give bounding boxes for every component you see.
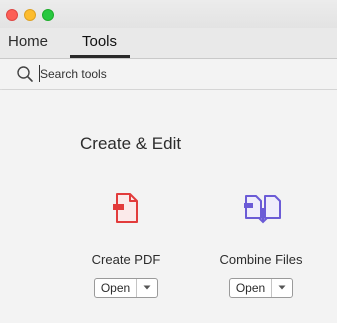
tab-home[interactable]: Home [8,33,48,51]
tab-bar: Home Tools [0,28,337,59]
open-button[interactable]: Open [95,279,137,297]
combine-files-icon [243,190,281,226]
tool-label: Create PDF [91,252,161,267]
search-input[interactable] [40,66,300,82]
app-window: Home Tools Create & Edit Create PDF [0,0,337,323]
section-title: Create & Edit [80,134,182,153]
open-dropdown-button[interactable] [272,279,292,297]
active-tab-indicator [70,55,130,58]
chevron-down-icon [143,285,151,290]
search-icon [16,65,34,83]
open-button[interactable]: Open [230,279,272,297]
close-window-button[interactable] [6,9,18,21]
create-pdf-icon [108,190,144,226]
zoom-window-button[interactable] [42,9,54,21]
open-button-group: Open [94,278,158,298]
tool-create-pdf[interactable]: Create PDF Open [71,190,181,310]
open-button-group: Open [229,278,293,298]
tools-content: Create & Edit Create PDF Open Combine Fi… [0,90,337,323]
minimize-window-button[interactable] [24,9,36,21]
tab-tools[interactable]: Tools [82,33,117,51]
tool-label: Combine Files [219,252,303,267]
search-bar [0,59,337,90]
chevron-down-icon [278,285,286,290]
tool-combine-files[interactable]: Combine Files Open [206,190,316,310]
title-bar [0,0,337,28]
open-dropdown-button[interactable] [137,279,157,297]
